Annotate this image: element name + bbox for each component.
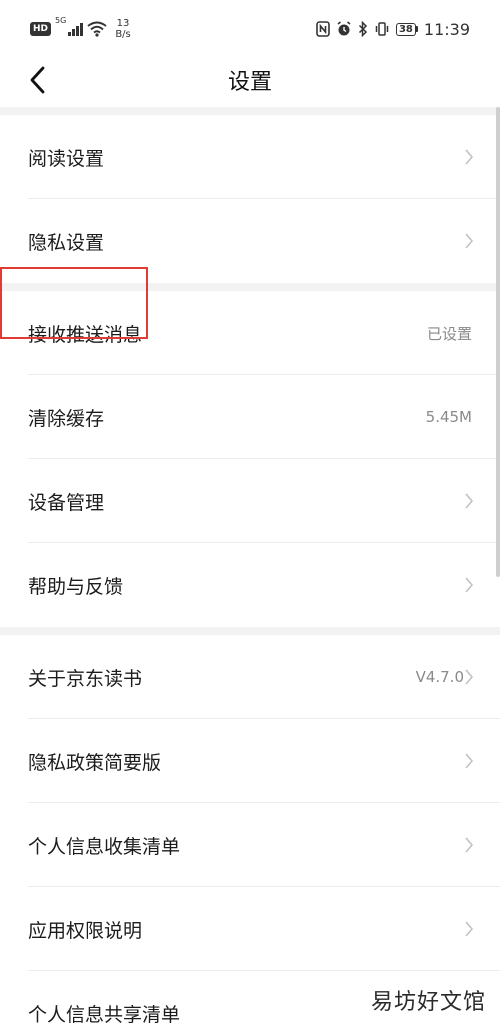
alarm-icon	[336, 21, 352, 37]
settings-row-privacy-brief[interactable]: 隐私政策简要版	[0, 719, 500, 803]
net-speed-value: 13	[116, 18, 130, 29]
hd-badge: HD	[30, 22, 52, 36]
row-label: 阅读设置	[28, 147, 105, 170]
chevron-right-icon	[465, 577, 474, 593]
vibrate-icon	[374, 21, 390, 37]
row-value: V4.7.0	[415, 668, 464, 686]
row-value: 已设置	[426, 324, 472, 343]
settings-row-about[interactable]: 关于京东读书 V4.7.0	[0, 635, 500, 719]
chevron-right-icon	[465, 753, 474, 769]
chevron-right-icon	[465, 669, 474, 685]
settings-row-privacy[interactable]: 隐私设置	[0, 199, 500, 283]
chevron-right-icon	[465, 493, 474, 509]
settings-row-info-collection[interactable]: 个人信息收集清单	[0, 803, 500, 887]
row-label: 应用权限说明	[28, 919, 143, 942]
row-label: 隐私设置	[28, 231, 105, 254]
settings-row-reading[interactable]: 阅读设置	[0, 115, 500, 199]
chevron-right-icon	[465, 149, 474, 165]
bluetooth-icon	[358, 21, 368, 37]
row-label: 设备管理	[28, 491, 105, 514]
chevron-right-icon	[465, 921, 474, 937]
scrollbar[interactable]	[496, 107, 500, 577]
section-divider	[0, 627, 500, 635]
row-label: 帮助与反馈	[28, 575, 124, 598]
chevron-right-icon	[465, 233, 474, 249]
section-divider	[0, 283, 500, 291]
status-left: HD 5G 13 B/s	[30, 16, 131, 42]
nfc-icon	[316, 21, 330, 37]
row-label: 隐私政策简要版	[28, 751, 162, 774]
watermark: 易坊好文馆	[370, 990, 486, 1015]
status-right: 38 11:39	[316, 18, 470, 40]
battery-level: 38	[395, 22, 416, 36]
row-value: 5.45M	[425, 408, 472, 426]
settings-list: 阅读设置 隐私设置 接收推送消息 已设置 清除缓存 5.45M 设备管理 帮助与…	[0, 107, 500, 1030]
row-label: 关于京东读书	[28, 667, 143, 690]
row-label: 接收推送消息	[28, 323, 143, 346]
row-label: 个人信息收集清单	[28, 835, 181, 858]
settings-row-permissions[interactable]: 应用权限说明	[0, 887, 500, 971]
wifi-icon	[87, 21, 107, 37]
net-speed-unit: B/s	[115, 29, 131, 40]
nav-header: 设置	[0, 56, 500, 106]
net-speed: 13 B/s	[115, 18, 130, 40]
signal-type-label: 5G	[55, 16, 67, 25]
settings-row-help[interactable]: 帮助与反馈	[0, 543, 500, 627]
row-label: 清除缓存	[28, 407, 105, 430]
battery-icon: 38	[395, 22, 418, 36]
status-bar: HD 5G 13 B/s 38 11:39	[0, 0, 500, 56]
settings-row-push[interactable]: 接收推送消息 已设置	[0, 291, 500, 375]
settings-row-devices[interactable]: 设备管理	[0, 459, 500, 543]
signal-icon	[68, 22, 84, 36]
page-title: 设置	[227, 70, 272, 95]
status-time: 11:39	[423, 19, 470, 39]
settings-row-clear-cache[interactable]: 清除缓存 5.45M	[0, 375, 500, 459]
chevron-right-icon	[465, 837, 474, 853]
row-label: 个人信息共享清单	[28, 1003, 181, 1026]
section-divider	[0, 107, 500, 115]
